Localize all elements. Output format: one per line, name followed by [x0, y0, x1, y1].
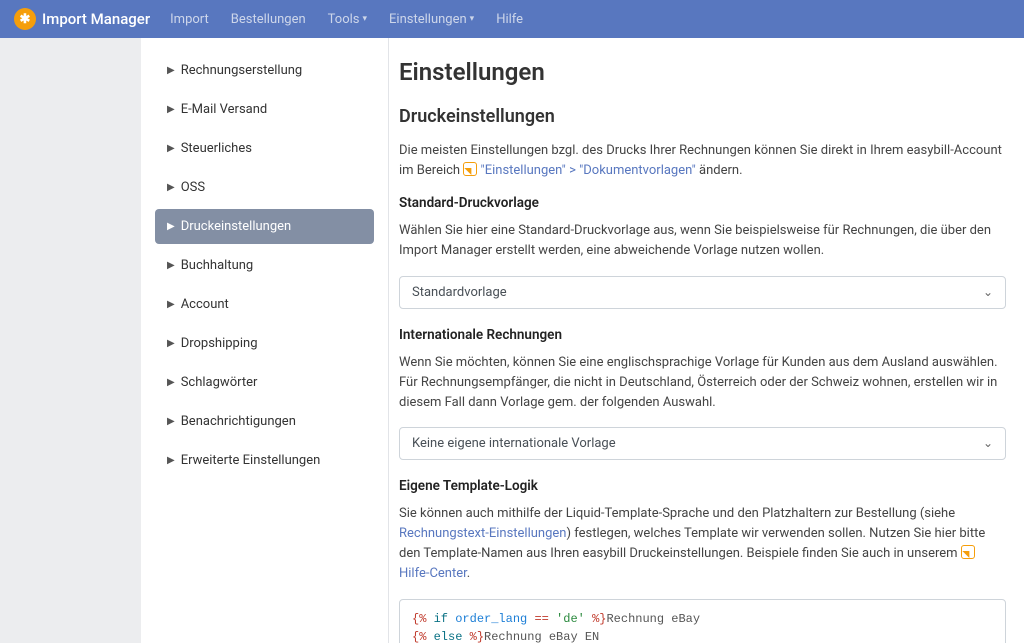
- sidebar-item-label: Buchhaltung: [181, 258, 254, 273]
- sidebar-item-label: Rechnungserstellung: [181, 63, 303, 78]
- main-content: Einstellungen Druckeinstellungen Die mei…: [389, 38, 1024, 643]
- chevron-down-icon: ⌄: [983, 436, 993, 450]
- arrow-right-icon: ▶: [167, 104, 175, 115]
- std-template-select[interactable]: Standardvorlage ⌄: [399, 276, 1006, 309]
- sidebar-item-label: E-Mail Versand: [181, 102, 268, 117]
- sidebar-item-label: Schlagwörter: [181, 375, 258, 390]
- nav-items: Import Bestellungen Tools▾ Einstellungen…: [170, 12, 523, 27]
- sidebar-item-label: Benachrichtigungen: [181, 414, 296, 429]
- sidebar-item-label: Dropshipping: [181, 336, 258, 351]
- link-hilfe-center[interactable]: Hilfe-Center: [399, 566, 467, 581]
- sidebar-item-account[interactable]: ▶ Account: [155, 287, 374, 322]
- arrow-right-icon: ▶: [167, 143, 175, 154]
- left-gap: [0, 38, 141, 643]
- arrow-right-icon: ▶: [167, 455, 175, 466]
- sidebar-item-label: Account: [181, 297, 229, 312]
- brand-icon: ✱: [14, 8, 36, 30]
- sidebar-item-label: Druckeinstellungen: [181, 219, 292, 234]
- intl-template-value: Keine eigene internationale Vorlage: [412, 436, 616, 451]
- sidebar-item-rechnungserstellung[interactable]: ▶ Rechnungserstellung: [155, 53, 374, 88]
- chevron-down-icon: ⌄: [983, 285, 993, 299]
- sidebar-item-schlagwoerter[interactable]: ▶ Schlagwörter: [155, 365, 374, 400]
- brand-text: Import Manager: [42, 10, 150, 28]
- sidebar-item-oss[interactable]: ▶ OSS: [155, 170, 374, 205]
- sidebar-item-buchhaltung[interactable]: ▶ Buchhaltung: [155, 248, 374, 283]
- arrow-right-icon: ▶: [167, 221, 175, 232]
- external-link-icon: [463, 162, 477, 176]
- chevron-down-icon: ▾: [470, 14, 475, 24]
- intl-heading: Internationale Rechnungen: [399, 327, 1006, 343]
- sidebar-item-benachrichtigungen[interactable]: ▶ Benachrichtigungen: [155, 404, 374, 439]
- external-link-icon: [961, 545, 975, 559]
- intl-desc: Wenn Sie möchten, können Sie eine englis…: [399, 353, 1006, 413]
- arrow-right-icon: ▶: [167, 299, 175, 310]
- arrow-right-icon: ▶: [167, 260, 175, 271]
- sidebar: ▶ Rechnungserstellung ▶ E-Mail Versand ▶…: [141, 38, 389, 643]
- arrow-right-icon: ▶: [167, 377, 175, 388]
- arrow-right-icon: ▶: [167, 65, 175, 76]
- intro-text: Die meisten Einstellungen bzgl. des Druc…: [399, 141, 1006, 181]
- sidebar-item-druckeinstellungen[interactable]: ▶ Druckeinstellungen: [155, 209, 374, 244]
- chevron-down-icon: ▾: [363, 14, 368, 24]
- sidebar-item-steuerliches[interactable]: ▶ Steuerliches: [155, 131, 374, 166]
- arrow-right-icon: ▶: [167, 416, 175, 427]
- brand: ✱ Import Manager: [14, 8, 150, 30]
- std-desc: Wählen Sie hier eine Standard-Druckvorla…: [399, 221, 1006, 261]
- nav-hilfe[interactable]: Hilfe: [496, 12, 523, 27]
- sidebar-item-email-versand[interactable]: ▶ E-Mail Versand: [155, 92, 374, 127]
- page-title: Einstellungen: [399, 58, 1006, 86]
- sidebar-item-label: Erweiterte Einstellungen: [181, 453, 321, 468]
- link-rechnungstext[interactable]: Rechnungstext-Einstellungen: [399, 526, 566, 541]
- sidebar-item-dropshipping[interactable]: ▶ Dropshipping: [155, 326, 374, 361]
- template-code-editor[interactable]: {% if order_lang == 'de' %}Rechnung eBay…: [399, 599, 1006, 643]
- link-dokumentvorlagen[interactable]: "Einstellungen" > "Dokumentvorlagen": [481, 163, 696, 178]
- nav-import[interactable]: Import: [170, 12, 209, 27]
- top-navbar: ✱ Import Manager Import Bestellungen Too…: [0, 0, 1024, 38]
- nav-bestellungen[interactable]: Bestellungen: [231, 12, 306, 27]
- nav-einstellungen[interactable]: Einstellungen▾: [389, 12, 474, 27]
- intl-template-select[interactable]: Keine eigene internationale Vorlage ⌄: [399, 427, 1006, 460]
- std-heading: Standard-Druckvorlage: [399, 195, 1006, 211]
- sidebar-item-erweiterte-einstellungen[interactable]: ▶ Erweiterte Einstellungen: [155, 443, 374, 478]
- nav-tools[interactable]: Tools▾: [328, 12, 367, 27]
- sidebar-item-label: OSS: [181, 180, 205, 195]
- tmpl-heading: Eigene Template-Logik: [399, 478, 1006, 494]
- arrow-right-icon: ▶: [167, 182, 175, 193]
- std-template-value: Standardvorlage: [412, 285, 507, 300]
- page-subtitle: Druckeinstellungen: [399, 106, 1006, 127]
- tmpl-desc: Sie können auch mithilfe der Liquid-Temp…: [399, 504, 1006, 585]
- sidebar-item-label: Steuerliches: [181, 141, 252, 156]
- arrow-right-icon: ▶: [167, 338, 175, 349]
